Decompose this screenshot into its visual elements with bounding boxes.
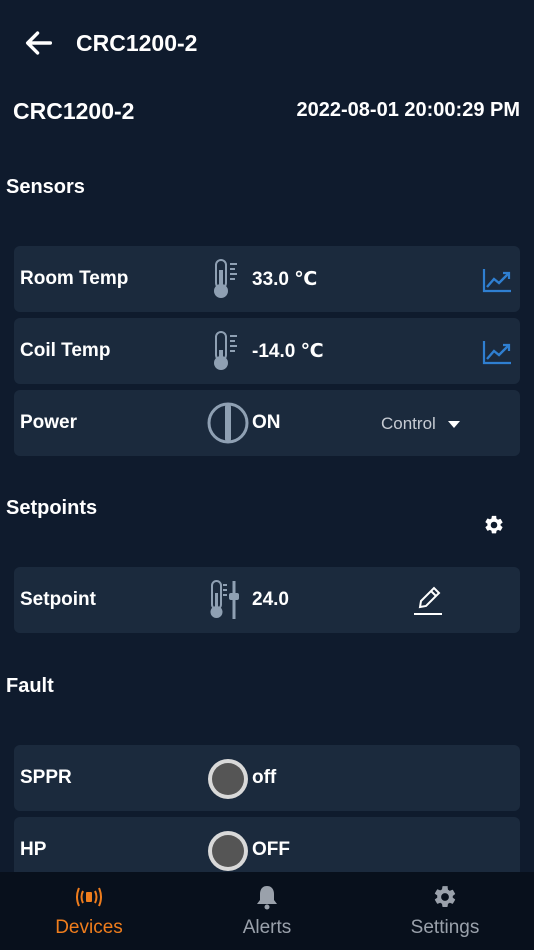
gear-icon[interactable]	[483, 514, 505, 536]
thermostat-icon	[210, 580, 239, 619]
setpoint-card: Setpoint 24.0	[14, 567, 520, 633]
power-label: Power	[20, 412, 78, 433]
sensor-card-coil-temp: Coil Temp -14.0 ℃	[14, 318, 520, 384]
gear-icon	[434, 886, 456, 907]
trend-chart-icon[interactable]	[482, 339, 512, 365]
sensor-card-room-temp: Room Temp 33.0 ℃	[14, 246, 520, 312]
nav-item-settings[interactable]: Settings	[356, 872, 534, 950]
nav-label: Settings	[410, 917, 480, 938]
control-label: Control	[381, 414, 436, 433]
sensor-value: -14.0 ℃	[252, 341, 324, 362]
sensor-label: Room Temp	[20, 268, 129, 289]
caret-down-icon	[447, 420, 460, 428]
nav-label: Devices	[55, 917, 123, 938]
thermometer-icon	[214, 259, 237, 298]
status-indicator-icon	[208, 831, 248, 871]
fault-label: HP	[20, 839, 47, 860]
control-dropdown[interactable]: Control	[381, 414, 460, 434]
broadcast-icon	[76, 887, 102, 907]
status-indicator-icon	[208, 759, 248, 799]
fault-card-sppr: SPPR off	[14, 745, 520, 811]
app-bar-title: CRC1200-2	[76, 30, 198, 56]
power-switch-icon	[207, 402, 249, 444]
setpoint-value: 24.0	[252, 589, 289, 610]
fault-label: SPPR	[20, 767, 72, 788]
app-bar: CRC1200-2	[0, 0, 534, 88]
trend-chart-icon[interactable]	[482, 267, 512, 293]
edit-pencil-icon[interactable]	[412, 583, 444, 617]
sensor-label: Coil Temp	[20, 340, 111, 361]
sensor-value: 33.0 ℃	[252, 269, 318, 290]
bottom-navigation: Devices Alerts Settings	[0, 872, 534, 950]
device-name: CRC1200-2	[13, 98, 135, 124]
power-value: ON	[252, 412, 281, 433]
section-title-sensors: Sensors	[6, 176, 85, 198]
setpoint-label: Setpoint	[20, 589, 96, 610]
section-title-setpoints: Setpoints	[6, 497, 98, 519]
nav-label: Alerts	[242, 917, 292, 938]
fault-value: OFF	[252, 839, 290, 860]
fault-value: off	[252, 767, 277, 788]
section-title-fault: Fault	[6, 675, 54, 697]
thermometer-icon	[214, 331, 237, 370]
back-arrow-icon[interactable]	[22, 26, 56, 60]
nav-item-devices[interactable]: Devices	[0, 872, 178, 950]
bell-icon	[257, 886, 277, 910]
timestamp: 2022-08-01 20:00:29 PM	[296, 99, 520, 121]
nav-item-alerts[interactable]: Alerts	[178, 872, 356, 950]
power-card: Power ON Control	[14, 390, 520, 456]
